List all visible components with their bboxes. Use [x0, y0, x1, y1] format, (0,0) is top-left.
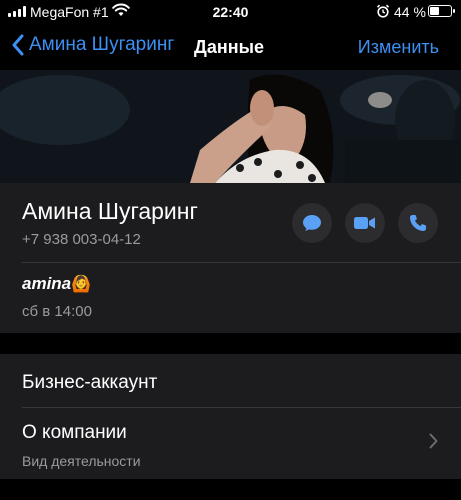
phone-icon	[410, 215, 426, 231]
back-button[interactable]: Амина Шугаринг	[12, 34, 174, 56]
business-section: Бизнес-аккаунт О компании Вид деятельнос…	[0, 354, 461, 479]
business-account-header: Бизнес-аккаунт	[22, 372, 158, 393]
chevron-right-icon	[429, 433, 438, 449]
divider	[22, 262, 461, 263]
contact-card: Амина Шугаринг +7 938 003-04-12 amina🙆 с…	[0, 183, 461, 333]
page-title: Данные	[194, 37, 264, 57]
contact-status-text: amina	[22, 274, 72, 293]
about-company-subtitle: Вид деятельности	[22, 453, 141, 469]
contact-status: amina🙆	[22, 274, 91, 294]
profile-photo-image	[0, 70, 461, 183]
about-company-title: О компании	[22, 422, 127, 443]
back-button-label: Амина Шугаринг	[29, 34, 175, 55]
contact-phone[interactable]: +7 938 003-04-12	[22, 231, 141, 248]
status-bar: MegaFon #1 22:40 44 %	[0, 0, 461, 24]
contact-status-date: сб в 14:00	[22, 303, 92, 320]
status-time: 22:40	[212, 4, 249, 20]
battery-icon	[428, 5, 455, 17]
nav-bar: Амина Шугаринг Данные Изменить	[0, 28, 461, 68]
chevron-left-icon	[12, 34, 24, 56]
contact-info-screen: MegaFon #1 22:40 44 % Амина Шугаринг Дан…	[0, 0, 461, 500]
contact-status-emoji: 🙆	[71, 276, 92, 293]
battery-percent: 44 %	[394, 4, 426, 20]
divider	[22, 407, 461, 408]
profile-photo[interactable]	[0, 70, 461, 183]
message-button[interactable]	[292, 203, 332, 243]
alarm-icon	[376, 4, 390, 18]
video-call-button[interactable]	[345, 203, 385, 243]
phone-call-button[interactable]	[398, 203, 438, 243]
battery-fill	[430, 7, 439, 15]
message-icon	[303, 215, 321, 231]
contact-name: Амина Шугаринг	[22, 198, 198, 224]
edit-button[interactable]: Изменить	[358, 37, 439, 58]
video-call-icon	[354, 217, 375, 229]
about-company-row[interactable]: О компании Вид деятельности	[0, 409, 461, 479]
